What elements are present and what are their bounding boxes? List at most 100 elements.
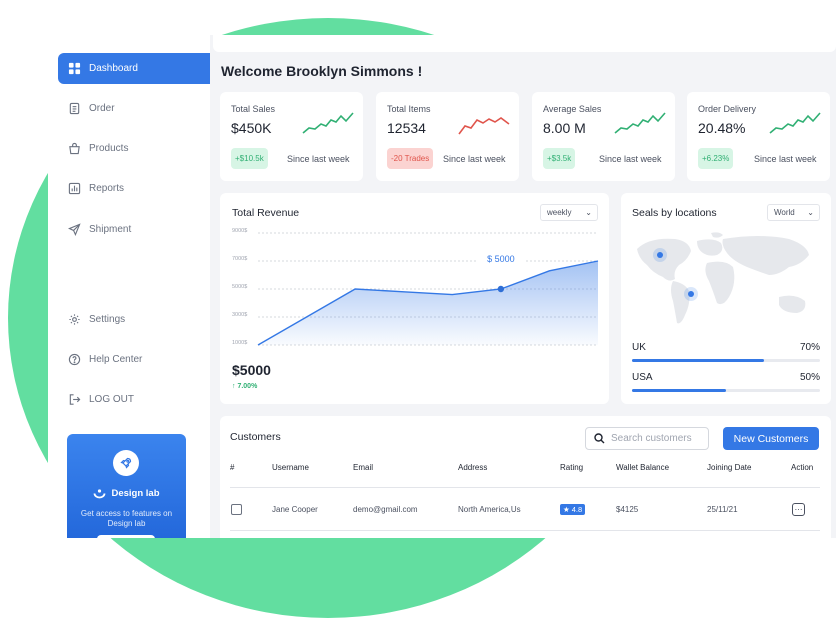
since-label: Since last week bbox=[754, 154, 817, 164]
stat-card-total-items: Total Items 12534 -20 Trades Since last … bbox=[376, 92, 519, 181]
sidebar-item-label: LOG OUT bbox=[89, 394, 135, 405]
since-label: Since last week bbox=[599, 154, 662, 164]
revenue-area bbox=[258, 261, 598, 345]
stat-label: Order Delivery bbox=[698, 104, 757, 114]
send-icon bbox=[67, 223, 81, 237]
logout-icon bbox=[67, 393, 81, 407]
sidebar-item-label: Reports bbox=[89, 183, 125, 194]
sidebar-item-label: Help Center bbox=[89, 354, 143, 365]
row-divider bbox=[230, 530, 820, 531]
change-badge: +$3.5k bbox=[543, 148, 576, 169]
revenue-change-value: 7.00% bbox=[237, 383, 258, 390]
world-map bbox=[637, 232, 809, 324]
column-header[interactable]: Email bbox=[353, 463, 373, 472]
stat-value: 8.00 M bbox=[543, 120, 586, 136]
grid-icon bbox=[67, 62, 81, 76]
sidebar-item-label: Products bbox=[89, 143, 129, 154]
cell-username: Jane Cooper bbox=[272, 505, 318, 514]
revenue-chart: $ 5000 bbox=[257, 232, 599, 346]
highlight-point[interactable] bbox=[497, 285, 505, 293]
region-select[interactable]: World ⌄ bbox=[767, 204, 820, 221]
cell-email: demo@gmail.com bbox=[353, 505, 418, 514]
document-icon bbox=[67, 102, 81, 116]
promo-card: Design lab Get access to features on Des… bbox=[67, 434, 186, 538]
since-label: Since last week bbox=[443, 154, 506, 164]
chart-icon bbox=[67, 182, 81, 196]
cell-joined: 25/11/21 bbox=[707, 505, 738, 514]
row-checkbox[interactable] bbox=[231, 504, 242, 515]
more-actions-icon[interactable]: ⋯ bbox=[792, 503, 805, 516]
trend-sparkline bbox=[769, 112, 821, 134]
new-customers-button[interactable]: New Customers bbox=[723, 427, 819, 450]
promo-description: Get access to features on Design lab bbox=[80, 509, 173, 528]
sidebar-item-logout[interactable]: LOG OUT bbox=[58, 384, 210, 415]
column-header[interactable]: Rating bbox=[560, 463, 583, 472]
trend-sparkline bbox=[302, 112, 354, 134]
sidebar-item-label: Shipment bbox=[89, 224, 132, 235]
sidebar-item-label: Order bbox=[89, 103, 115, 114]
stat-value: 12534 bbox=[387, 120, 426, 136]
change-badge: +6.23% bbox=[698, 148, 734, 169]
rocket-icon bbox=[113, 450, 139, 476]
change-badge: -20 Trades bbox=[387, 148, 434, 169]
tooltip-value: $ 5000 bbox=[487, 254, 515, 264]
location-bar-fill bbox=[632, 389, 726, 392]
stat-card-average-sales: Average Sales 8.00 M +$3.5k Since last w… bbox=[532, 92, 675, 181]
location-marker[interactable] bbox=[688, 291, 694, 297]
location-name: USA bbox=[632, 372, 653, 383]
revenue-card: Total Revenue weekly ⌄ 9000$ 7000$ 5000$… bbox=[220, 193, 609, 404]
sidebar-item-reports[interactable]: Reports bbox=[58, 173, 210, 204]
bag-icon bbox=[67, 142, 81, 156]
gear-icon bbox=[67, 313, 81, 327]
column-header[interactable]: Wallet Balance bbox=[616, 463, 669, 472]
location-value: 50% bbox=[799, 372, 820, 383]
chevron-down-icon: ⌄ bbox=[807, 208, 814, 217]
stat-value: $450K bbox=[231, 120, 272, 136]
promo-brand-label: Design lab bbox=[111, 488, 160, 499]
since-label: Since last week bbox=[287, 154, 350, 164]
stat-value: 20.48% bbox=[698, 120, 746, 136]
location-bar-track bbox=[632, 359, 820, 362]
promo-button[interactable] bbox=[97, 535, 155, 538]
locations-title: Seals by locations bbox=[632, 207, 717, 219]
stat-label: Total Sales bbox=[231, 104, 276, 114]
trend-sparkline bbox=[614, 112, 666, 134]
sidebar-item-label: Settings bbox=[89, 314, 126, 325]
column-header[interactable]: Joining Date bbox=[707, 463, 751, 472]
app-window: Dashboard Order Products Reports Shipmen… bbox=[48, 35, 836, 538]
stat-label: Average Sales bbox=[543, 104, 602, 114]
column-header[interactable]: Username bbox=[272, 463, 309, 472]
sidebar-item-order[interactable]: Order bbox=[58, 93, 210, 124]
up-arrow-icon: ↑ bbox=[232, 383, 236, 390]
sidebar-item-settings[interactable]: Settings bbox=[58, 304, 210, 335]
sidebar-item-shipment[interactable]: Shipment bbox=[58, 214, 210, 245]
stat-label: Total Items bbox=[387, 104, 431, 114]
cell-address: North America,Us bbox=[458, 505, 521, 514]
search-box[interactable] bbox=[585, 427, 709, 450]
stat-card-total-sales: Total Sales $450K +$10.5k Since last wee… bbox=[220, 92, 363, 181]
sidebar-item-label: Dashboard bbox=[89, 63, 138, 74]
location-name: UK bbox=[632, 342, 646, 353]
search-input[interactable] bbox=[611, 433, 707, 444]
sidebar-item-products[interactable]: Products bbox=[58, 133, 210, 164]
top-bar bbox=[213, 35, 836, 52]
sidebar-item-dashboard[interactable]: Dashboard bbox=[58, 53, 210, 84]
sidebar: Dashboard Order Products Reports Shipmen… bbox=[48, 35, 210, 538]
location-value: 70% bbox=[799, 342, 820, 353]
revenue-total: $5000 bbox=[232, 362, 271, 378]
sidebar-item-help-center[interactable]: Help Center bbox=[58, 344, 210, 375]
customers-title: Customers bbox=[230, 431, 281, 443]
column-header[interactable]: Address bbox=[458, 463, 487, 472]
region-select-value: World bbox=[774, 208, 795, 217]
stat-card-order-delivery: Order Delivery 20.48% +6.23% Since last … bbox=[687, 92, 830, 181]
help-icon bbox=[67, 353, 81, 367]
change-badge: +$10.5k bbox=[231, 148, 268, 169]
locations-card: Seals by locations World ⌄ UK 70% USA 50… bbox=[621, 193, 831, 404]
promo-brand: Design lab bbox=[67, 488, 186, 499]
location-marker[interactable] bbox=[657, 252, 663, 258]
column-header: Action bbox=[791, 463, 814, 472]
search-icon bbox=[594, 433, 605, 444]
star-icon: ★ bbox=[563, 505, 570, 514]
page-title: Welcome Brooklyn Simmons ! bbox=[221, 63, 423, 79]
rating-value: 4.8 bbox=[571, 505, 583, 514]
